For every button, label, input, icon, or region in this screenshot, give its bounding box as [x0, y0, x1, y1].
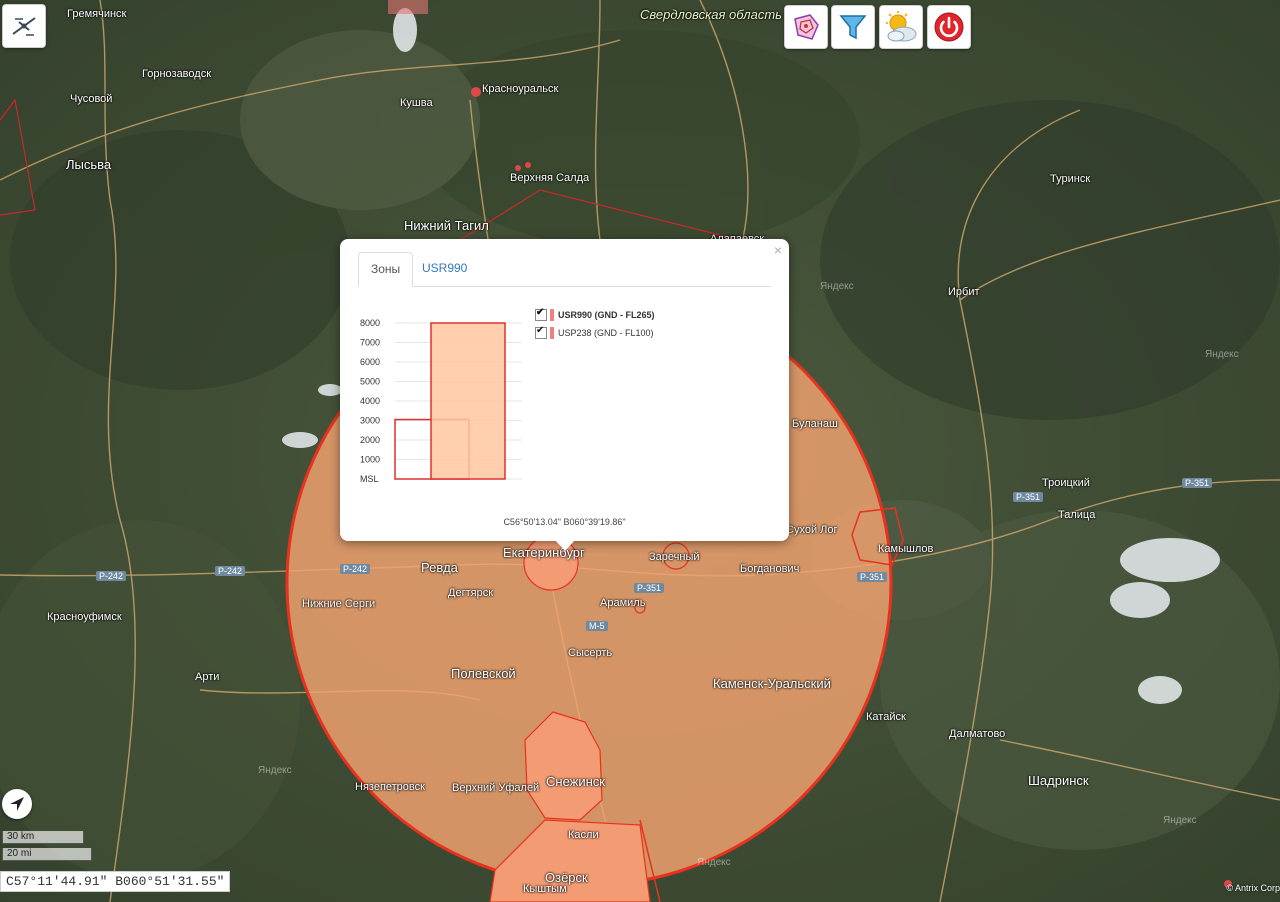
navigation-arrow-icon — [10, 797, 24, 811]
city-label: Буланаш — [792, 418, 838, 430]
city-label: Туринск — [1050, 173, 1091, 185]
city-label: Нязепетровск — [355, 781, 425, 793]
zone-legend: USR990 (GND - FL265) USP238 (GND - FL100… — [535, 306, 655, 342]
map-watermark: Яндекс — [697, 857, 731, 868]
city-label: Красноуфимск — [47, 611, 122, 623]
city-label: Кыштым — [523, 883, 567, 895]
city-label: Ревда — [421, 560, 458, 575]
legend-checkbox[interactable] — [535, 325, 547, 339]
map-watermark: Яндекс — [258, 765, 292, 776]
city-label: Верхняя Салда — [510, 172, 590, 184]
legend-item[interactable]: USP238 (GND - FL100) — [535, 324, 655, 342]
popup-coordinates: С56°50'13.04" В060°39'19.86" — [503, 517, 626, 527]
zones-tool-button[interactable] — [784, 5, 828, 49]
road-label: Р-351 — [634, 583, 665, 593]
road-label: Р-242 — [215, 566, 246, 576]
zone-info-popup: × Зоны USR990 8000 7000 6000 5000 4000 3000 20… — [340, 239, 789, 541]
cursor-coordinates: С57°11'44.91" В060°51'31.55" — [0, 871, 231, 892]
altitude-chart: 8000 7000 6000 5000 4000 3000 2000 1000 MSL — [360, 318, 522, 484]
map-watermark: Яндекс — [1205, 349, 1239, 360]
map-attribution: © Antrix Corp — [1226, 883, 1280, 893]
city-label: Лысьва — [66, 157, 112, 172]
y-tick-label: 1000 — [360, 455, 380, 465]
power-button[interactable] — [927, 5, 971, 49]
city-label: Сухой Лог — [786, 524, 838, 536]
weather-icon — [886, 11, 917, 42]
map-watermark: Яндекс — [820, 281, 854, 292]
tab-usr990[interactable]: USR990 — [410, 252, 479, 285]
legend-item[interactable]: USR990 (GND - FL265) — [535, 306, 655, 324]
popup-pointer — [555, 540, 575, 551]
legend-swatch — [550, 327, 554, 339]
city-label: Шадринск — [1028, 773, 1089, 788]
popup-close-button[interactable]: × — [774, 242, 782, 258]
region-label: Свердловская область — [640, 7, 783, 22]
power-icon — [934, 12, 964, 42]
city-label: Заречный — [649, 551, 700, 563]
road-label: Р-351 — [1182, 478, 1213, 488]
city-label: Арамиль — [600, 597, 646, 609]
road-label: М-5 — [586, 621, 608, 631]
legend-label: USR990 (GND - FL265) — [558, 310, 655, 320]
city-label: Арти — [195, 671, 220, 683]
y-tick-label: MSL — [360, 474, 379, 484]
city-label: Талица — [1058, 509, 1096, 521]
city-label: Нижний Тагил — [404, 218, 489, 233]
popup-tabs: Зоны USR990 — [358, 252, 771, 287]
y-tick-label: 5000 — [360, 377, 380, 387]
map-watermark: Яндекс — [1163, 815, 1197, 826]
city-label: Катайск — [866, 711, 906, 723]
tab-zones[interactable]: Зоны — [358, 252, 414, 287]
filter-button[interactable] — [831, 5, 875, 49]
city-label: Камышлов — [878, 543, 934, 555]
city-label: Полевской — [451, 666, 516, 681]
city-label: Кушва — [400, 97, 433, 109]
road-label: Р-351 — [857, 572, 888, 582]
city-label: Чусовой — [70, 93, 113, 105]
my-location-button[interactable] — [2, 789, 32, 819]
city-label: Нижние Серги — [302, 598, 376, 610]
scale-metric: 30 km — [2, 831, 84, 844]
city-label: Горнозаводск — [142, 68, 212, 80]
funnel-icon — [839, 15, 867, 40]
road-label: Р-242 — [340, 564, 371, 574]
city-label: Дегтярск — [448, 587, 494, 599]
drone-logo-button[interactable] — [2, 4, 46, 48]
road-label: Р-351 — [1013, 492, 1044, 502]
city-label: Снежинск — [546, 774, 605, 789]
y-tick-label: 8000 — [360, 318, 380, 328]
y-tick-label: 3000 — [360, 416, 380, 426]
road-label: Р-242 — [96, 571, 127, 581]
polygon-zones-icon — [794, 14, 819, 40]
city-label: Гремячинск — [67, 8, 127, 20]
city-label: Сысерть — [568, 647, 613, 659]
legend-swatch — [550, 309, 554, 321]
city-label: Далматово — [949, 728, 1006, 740]
city-label: Ирбит — [948, 286, 980, 298]
legend-label: USP238 (GND - FL100) — [558, 328, 654, 338]
y-tick-label: 7000 — [360, 338, 380, 348]
weather-button[interactable] — [879, 5, 923, 49]
city-label: Троицкий — [1042, 477, 1090, 489]
y-tick-label: 2000 — [360, 435, 380, 445]
legend-checkbox[interactable] — [535, 307, 547, 321]
y-tick-label: 6000 — [360, 357, 380, 367]
city-label: Красноуральск — [482, 83, 559, 95]
y-tick-label: 4000 — [360, 396, 380, 406]
city-label: Богданович — [740, 563, 800, 575]
city-label: Верхний Уфалей — [452, 782, 540, 794]
altitude-bar — [430, 322, 506, 480]
city-label: Касли — [568, 829, 599, 841]
city-label: Каменск-Уральский — [713, 676, 831, 691]
scale-imperial: 20 mi — [2, 848, 92, 861]
drone-icon — [12, 17, 36, 36]
